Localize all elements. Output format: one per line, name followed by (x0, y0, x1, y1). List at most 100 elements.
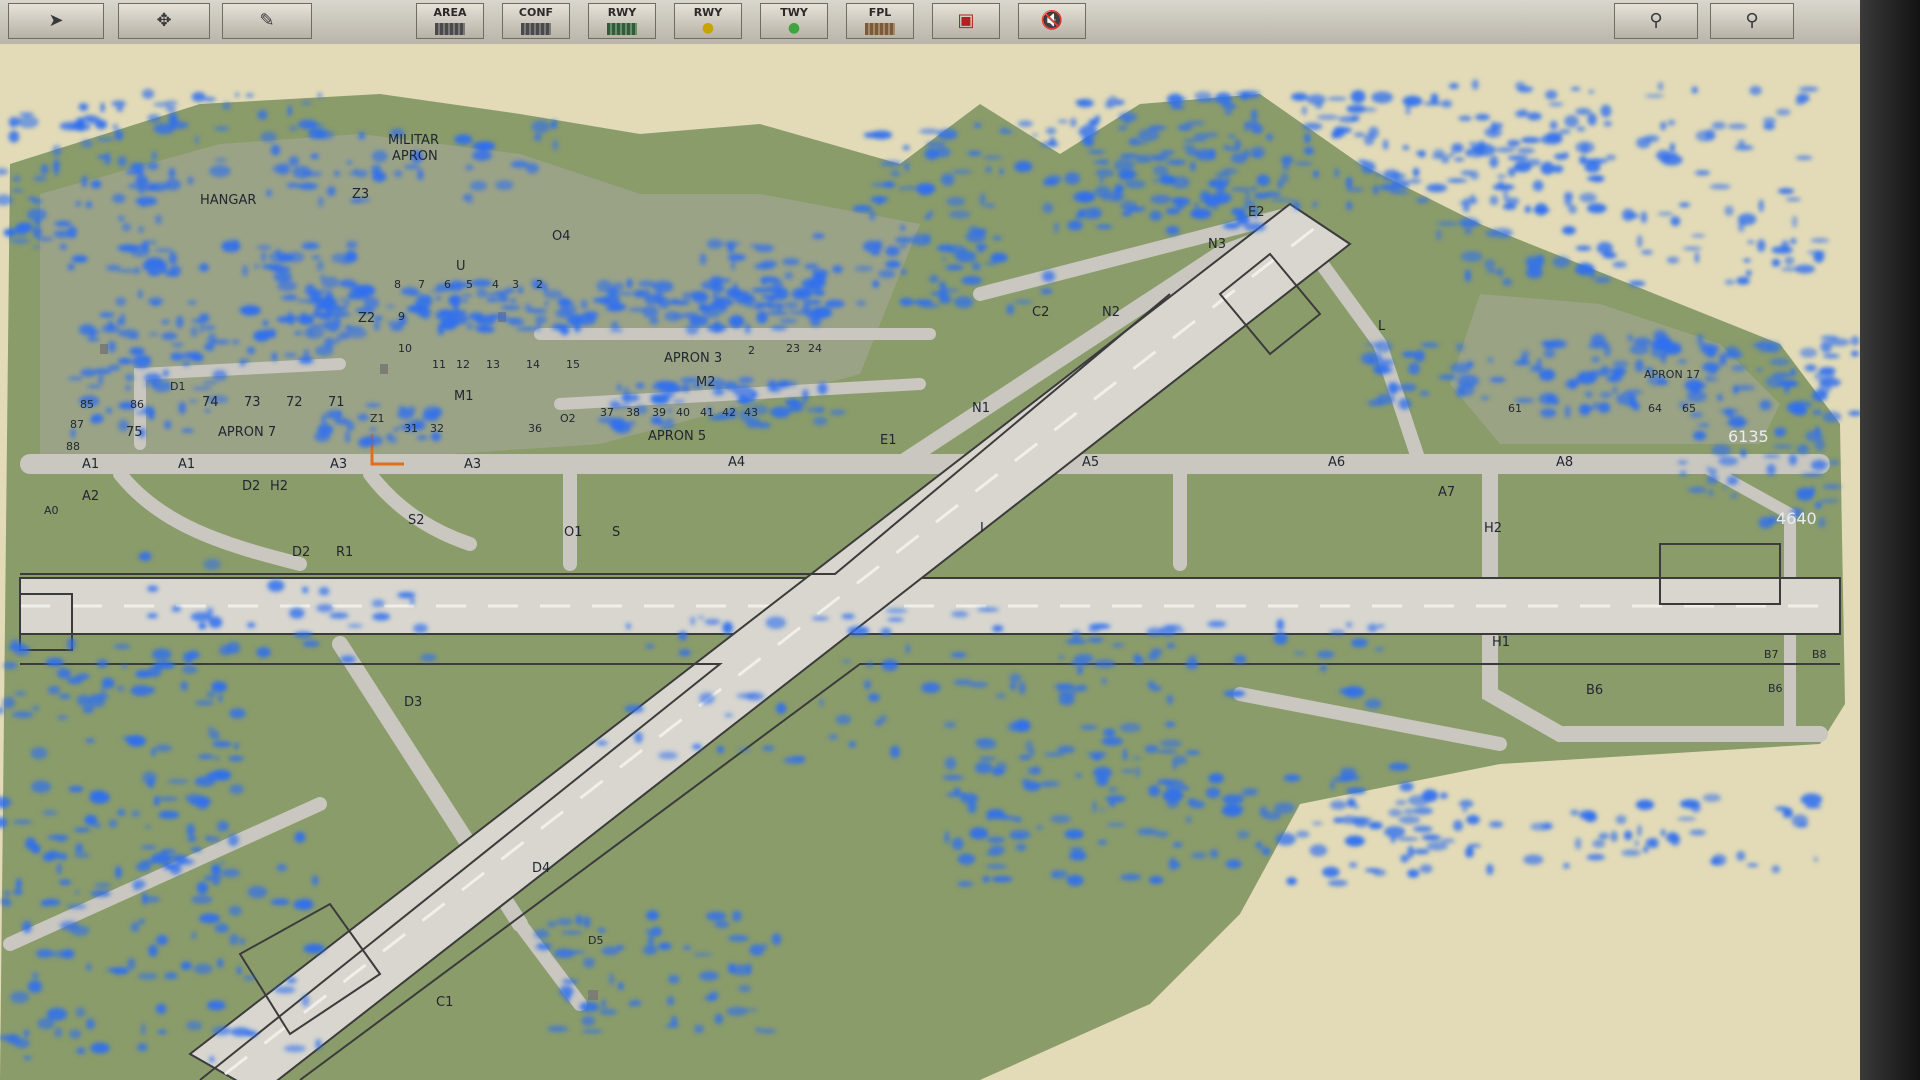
flight-plan-icon (865, 23, 895, 35)
map-label: S2 (408, 513, 425, 528)
pan-tool-button[interactable]: ✥ (118, 3, 210, 39)
map-label: A1 (82, 457, 100, 472)
map-label: 13 (486, 358, 500, 371)
map-label: M2 (696, 375, 716, 390)
map-label: 39 (652, 406, 666, 419)
map-label: 43 (744, 406, 758, 419)
map-label: APRON 17 (1644, 368, 1701, 381)
map-label: 12 (456, 358, 470, 371)
map-label: Z2 (358, 311, 376, 326)
zoom-in-button[interactable]: ⚲ (1614, 3, 1698, 39)
map-label: A3 (330, 457, 348, 472)
twy-button-label: TWY (780, 6, 808, 19)
map-label: 2 (536, 278, 543, 291)
map-label: L (1378, 319, 1386, 334)
edit-tool-button[interactable]: ✎ (222, 3, 312, 39)
map-label: D1 (170, 380, 186, 393)
map-label: O4 (552, 229, 571, 244)
map-label: APRON 5 (648, 429, 707, 444)
taxiway-light-icon: ● (787, 20, 801, 36)
map-label: 61 (1508, 402, 1522, 415)
map-label: 15 (566, 358, 580, 371)
map-label: 14 (526, 358, 540, 371)
map-label: 42 (722, 406, 736, 419)
map-label: D4 (532, 861, 551, 876)
zoom-out-button[interactable]: ⚲ (1710, 3, 1794, 39)
map-label: N3 (1208, 237, 1226, 252)
move-arrows-icon: ✥ (156, 10, 172, 31)
map-label: Z1 (370, 412, 385, 425)
map-label: 87 (70, 418, 84, 431)
mute-button[interactable]: 🔇 (1018, 3, 1086, 39)
map-label: 8 (394, 278, 401, 291)
map-label: D2 (242, 479, 261, 494)
map-label: 6 (444, 278, 451, 291)
cursor-arrow-icon: ➤ (48, 10, 64, 31)
map-label: 36 (528, 422, 542, 435)
map-label: 74 (202, 395, 219, 410)
map-label: M1 (454, 389, 474, 404)
map-label: 86 (130, 398, 144, 411)
map-label: 41 (700, 406, 714, 419)
map-label: 64 (1648, 402, 1662, 415)
map-label: 72 (286, 395, 303, 410)
cursor-tool-button[interactable]: ➤ (8, 3, 104, 39)
map-label: E2 (1248, 205, 1265, 220)
map-label: A3 (464, 457, 482, 472)
airport-map[interactable]: MILITAR APRON HANGAR Z3 O4 U 8 7 6 5 4 3… (0, 44, 1860, 1080)
map-label: APRON (392, 149, 438, 164)
pencil-icon: ✎ (259, 10, 275, 31)
map-label: 7 (418, 278, 425, 291)
conf-button-label: CONF (518, 6, 554, 19)
map-label: 88 (66, 440, 80, 453)
map-label: A0 (44, 504, 59, 517)
map-label: 10 (398, 342, 412, 355)
area-button-label: AREA (433, 6, 467, 19)
map-label: 23 (786, 342, 800, 355)
runway-light-icon: ● (701, 20, 715, 36)
map-labels: MILITAR APRON HANGAR Z3 O4 U 8 7 6 5 4 3… (0, 44, 1860, 1080)
conf-layer-button[interactable]: CONF (502, 3, 570, 39)
map-label: O1 (564, 525, 583, 540)
map-label: 4640 (1776, 509, 1817, 528)
area-layer-icon (435, 23, 465, 35)
map-label: HANGAR (200, 193, 257, 208)
area-layer-button[interactable]: AREA (416, 3, 484, 39)
map-label: 5 (466, 278, 473, 291)
rwy-lights-button[interactable]: RWY ● (674, 3, 742, 39)
map-label: 31 (404, 422, 418, 435)
rwy-lights-label: RWY (693, 6, 723, 19)
map-label: 65 (1682, 402, 1696, 415)
map-label: A4 (728, 455, 746, 470)
map-label: B7 (1764, 648, 1779, 661)
magnifier-icon: ⚲ (1649, 10, 1663, 31)
rwy-layer-button[interactable]: RWY (588, 3, 656, 39)
fpl-button[interactable]: FPL (846, 3, 914, 39)
map-label: A7 (1438, 485, 1456, 500)
magnifier-icon: ⚲ (1745, 10, 1759, 31)
map-label: 32 (430, 422, 444, 435)
alert-display-button[interactable]: ▣ (932, 3, 1000, 39)
alert-display-icon: ▣ (957, 10, 975, 31)
map-label: 71 (328, 395, 345, 410)
map-label: H2 (1484, 521, 1503, 536)
map-label: APRON 3 (664, 351, 723, 366)
map-label: D2 (292, 545, 311, 560)
map-label: 85 (80, 398, 94, 411)
map-label: O2 (560, 412, 576, 425)
speaker-mute-icon: 🔇 (1040, 10, 1064, 31)
map-label: A5 (1082, 455, 1100, 470)
map-label: 24 (808, 342, 822, 355)
monitor-bezel (1860, 0, 1920, 1080)
rwy-button-label: RWY (607, 6, 637, 19)
map-label: N2 (1102, 305, 1120, 320)
map-label: Z3 (352, 187, 370, 202)
map-label: A2 (82, 489, 100, 504)
map-label: D3 (404, 695, 423, 710)
map-label: 6135 (1728, 427, 1769, 446)
map-label: E1 (880, 433, 897, 448)
map-label: 38 (626, 406, 640, 419)
map-label: U (456, 259, 466, 274)
map-label: 3 (512, 278, 519, 291)
twy-lights-button[interactable]: TWY ● (760, 3, 828, 39)
